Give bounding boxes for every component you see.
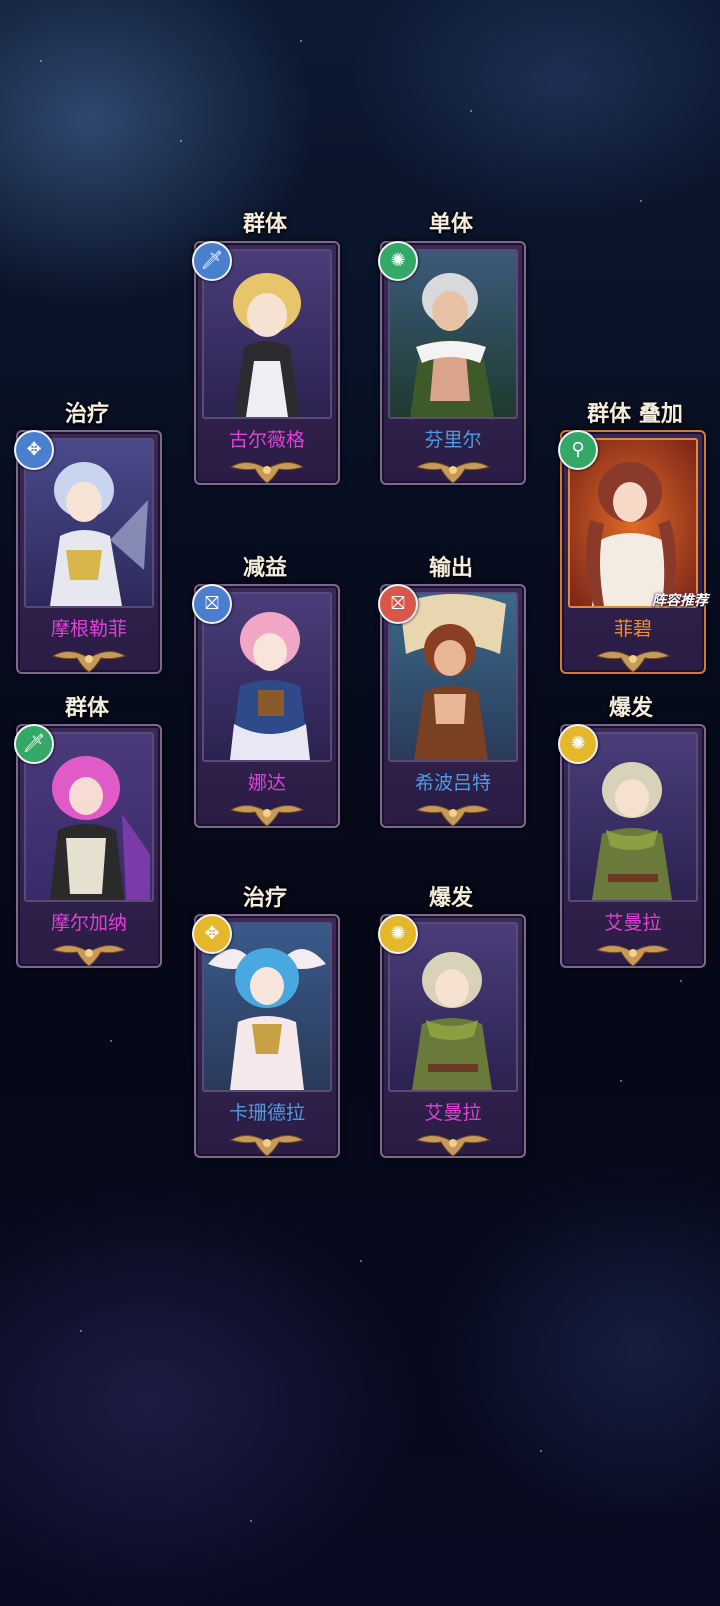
sword-icon: 🗡 bbox=[192, 241, 232, 281]
hero-name: 娜达 bbox=[247, 772, 286, 794]
ornament-icon bbox=[229, 462, 305, 484]
hero-card[interactable]: ✺ 芬里尔 bbox=[378, 241, 526, 485]
hero-name: 芬里尔 bbox=[424, 429, 482, 451]
hero-name: 艾曼拉 bbox=[604, 912, 662, 934]
swirl-icon: ✺ bbox=[378, 914, 418, 954]
ornament-icon bbox=[595, 651, 671, 673]
hero-name: 菲碧 bbox=[613, 618, 652, 640]
role-label: 治疗 bbox=[242, 885, 287, 911]
star bbox=[180, 140, 182, 142]
role-label: 群体 bbox=[64, 695, 109, 721]
ornament-icon bbox=[229, 805, 305, 827]
role-label: 治疗 bbox=[64, 401, 109, 427]
wing-icon: ✥ bbox=[192, 914, 232, 954]
role-label: 减益 bbox=[242, 555, 287, 581]
hero-name: 摩根勒菲 bbox=[50, 618, 127, 640]
hero-card[interactable]: ✺ 艾曼拉 bbox=[558, 724, 706, 968]
ornament-icon bbox=[415, 1135, 491, 1157]
ornament-icon bbox=[595, 945, 671, 967]
star bbox=[470, 110, 472, 112]
ornament-icon bbox=[415, 462, 491, 484]
star bbox=[640, 200, 642, 202]
role-label: 群体 bbox=[242, 211, 287, 237]
swirl-icon: ✺ bbox=[558, 724, 598, 764]
role-label: 输出 bbox=[428, 555, 473, 581]
role-label: 爆发 bbox=[608, 695, 653, 721]
hero-name: 希波吕特 bbox=[414, 772, 491, 794]
hero-card[interactable]: ⚲ 阵容推荐 菲碧 bbox=[558, 430, 708, 674]
star bbox=[680, 980, 682, 982]
hero-card[interactable]: ✥ 卡珊德拉 bbox=[192, 914, 340, 1158]
star bbox=[110, 1040, 112, 1042]
ornament-icon bbox=[415, 805, 491, 827]
star bbox=[540, 1450, 542, 1452]
role-label: 爆发 bbox=[428, 885, 473, 911]
ornament-icon bbox=[51, 651, 127, 673]
hero-name: 卡珊德拉 bbox=[228, 1102, 305, 1124]
wing-icon: ✥ bbox=[14, 430, 54, 470]
role-label: 群体 叠加 bbox=[587, 401, 683, 427]
hero-name: 摩尔加纳 bbox=[50, 912, 127, 934]
debuff-icon: ⛝ bbox=[378, 584, 418, 624]
star bbox=[80, 1330, 82, 1332]
debuff-icon: ⛝ bbox=[192, 584, 232, 624]
magnifier-icon: ⚲ bbox=[558, 430, 598, 470]
star bbox=[300, 40, 302, 42]
hero-card[interactable]: ⛝ 娜达 bbox=[192, 584, 340, 828]
star bbox=[250, 1520, 252, 1522]
hero-card[interactable]: ✺ 艾曼拉 bbox=[378, 914, 526, 1158]
hero-card[interactable]: 🗡 摩尔加纳 bbox=[14, 724, 162, 968]
ornament-icon bbox=[51, 945, 127, 967]
role-label: 单体 bbox=[428, 211, 473, 237]
hero-card[interactable]: 🗡 古尔薇格 bbox=[192, 241, 340, 485]
ornament-icon bbox=[229, 1135, 305, 1157]
swirl-icon: ✺ bbox=[378, 241, 418, 281]
star bbox=[360, 1260, 362, 1262]
hero-name: 艾曼拉 bbox=[424, 1102, 482, 1124]
star bbox=[40, 60, 42, 62]
lineup-recommend-badge[interactable]: 阵容推荐 bbox=[652, 590, 708, 610]
hero-card[interactable]: ✥ 摩根勒菲 bbox=[14, 430, 162, 674]
hero-card[interactable]: ⛝ 希波吕特 bbox=[378, 584, 526, 828]
star bbox=[620, 1080, 622, 1082]
sword-icon: 🗡 bbox=[14, 724, 54, 764]
hero-name: 古尔薇格 bbox=[228, 429, 305, 451]
